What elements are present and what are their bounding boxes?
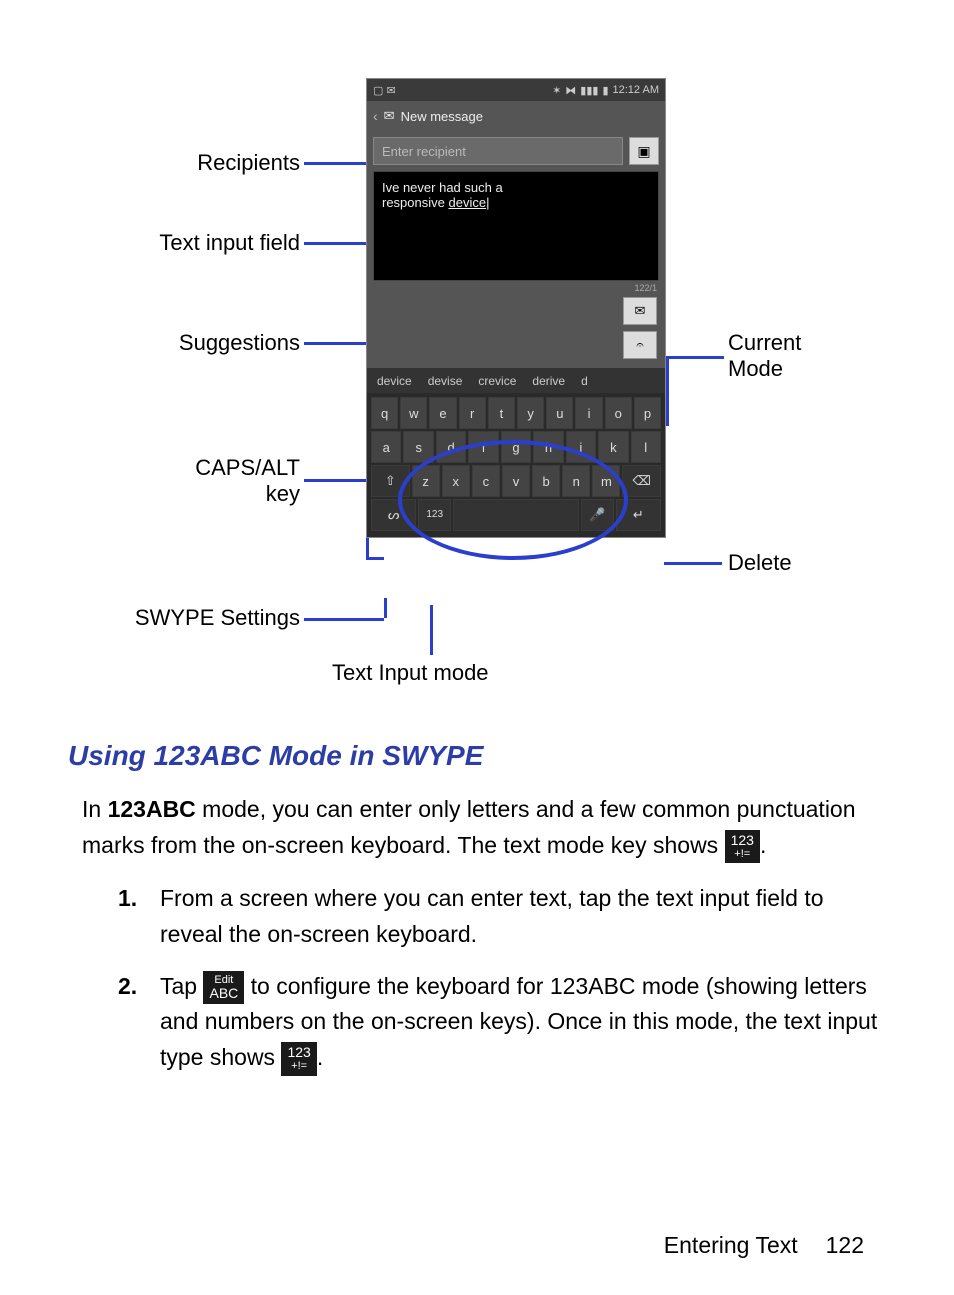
message-line-2: responsive device| bbox=[382, 195, 650, 210]
callout-suggestions: Suggestions bbox=[90, 330, 300, 356]
key-f[interactable]: f bbox=[468, 431, 498, 463]
page-footer: Entering Text 122 bbox=[664, 1232, 864, 1259]
callout-swype-settings: SWYPE Settings bbox=[60, 605, 300, 631]
key-d[interactable]: d bbox=[436, 431, 466, 463]
shift-icon: ⇧ bbox=[385, 473, 396, 489]
mode-key-icon: 123+!= bbox=[725, 830, 760, 863]
key-t[interactable]: t bbox=[488, 397, 515, 429]
attach-button[interactable]: 𝄐 bbox=[623, 331, 657, 359]
step-1: 1. From a screen where you can enter tex… bbox=[118, 881, 884, 952]
callout-current-mode: Current Mode bbox=[728, 330, 801, 382]
callout-caps-alt: CAPS/ALT key bbox=[90, 455, 300, 507]
signal-icon: ▮▮▮ bbox=[580, 84, 598, 97]
space-key[interactable] bbox=[453, 499, 579, 531]
key-a[interactable]: a bbox=[371, 431, 401, 463]
message-text-area[interactable]: Ive never had such a responsive device| bbox=[373, 171, 659, 281]
swype-icon: ᔕ bbox=[388, 507, 400, 523]
app-title-bar: ‹ ✉ New message bbox=[367, 101, 665, 131]
key-o[interactable]: o bbox=[605, 397, 632, 429]
paperclip-icon: 𝄐 bbox=[636, 337, 643, 353]
callout-text-input-mode: Text Input mode bbox=[332, 660, 489, 686]
key-j[interactable]: j bbox=[566, 431, 596, 463]
key-q[interactable]: q bbox=[371, 397, 398, 429]
send-icon: ✉ bbox=[635, 303, 646, 319]
key-z[interactable]: z bbox=[412, 465, 440, 497]
shift-key[interactable]: ⇧ bbox=[371, 465, 410, 497]
swype-diagram: Recipients Text input field Suggestions … bbox=[0, 0, 954, 700]
mode-key-icon: 123+!= bbox=[281, 1042, 316, 1075]
suggestion-bar: device devise crevice derive d bbox=[367, 367, 665, 393]
char-counter: 122/1 bbox=[634, 283, 657, 293]
swype-keyboard: q w e r t y u i o p a s d f g h j k l bbox=[367, 393, 665, 537]
screen-title: New message bbox=[401, 109, 483, 124]
enter-key[interactable]: ↵ bbox=[616, 499, 661, 531]
page-number: 122 bbox=[826, 1232, 864, 1259]
status-bar: ▢ ✉ ✶ ⧓ ▮▮▮ ▮ 12:12 AM bbox=[367, 79, 665, 101]
key-v[interactable]: v bbox=[502, 465, 530, 497]
steps-list: 1. From a screen where you can enter tex… bbox=[118, 881, 884, 1075]
suggestion-item[interactable]: d bbox=[581, 374, 588, 388]
mic-key[interactable]: 🎤 bbox=[581, 499, 614, 531]
key-p[interactable]: p bbox=[634, 397, 661, 429]
key-g[interactable]: g bbox=[501, 431, 531, 463]
swype-settings-key[interactable]: ᔕ bbox=[371, 499, 416, 531]
key-x[interactable]: x bbox=[442, 465, 470, 497]
envelope-icon: ✉ bbox=[384, 108, 395, 124]
message-line-1: Ive never had such a bbox=[382, 180, 650, 195]
clock-time: 12:12 AM bbox=[613, 84, 659, 96]
suggestion-item[interactable]: crevice bbox=[478, 374, 516, 388]
key-l[interactable]: l bbox=[631, 431, 661, 463]
key-e[interactable]: e bbox=[429, 397, 456, 429]
step-2: 2. Tap EditABC to configure the keyboard… bbox=[118, 969, 884, 1076]
edit-abc-key-icon: EditABC bbox=[203, 971, 244, 1004]
key-y[interactable]: y bbox=[517, 397, 544, 429]
person-icon: ▣ bbox=[637, 143, 650, 160]
backspace-icon: ⌫ bbox=[633, 473, 651, 489]
battery-icon: ▮ bbox=[602, 84, 608, 97]
section-heading: Using 123ABC Mode in SWYPE bbox=[68, 740, 954, 772]
callout-recipients: Recipients bbox=[90, 150, 300, 176]
wifi-icon: ⧓ bbox=[565, 84, 576, 97]
backspace-key[interactable]: ⌫ bbox=[622, 465, 661, 497]
intro-paragraph: In 123ABC mode, you can enter only lette… bbox=[82, 792, 884, 863]
key-c[interactable]: c bbox=[472, 465, 500, 497]
callout-delete: Delete bbox=[728, 550, 792, 576]
send-button[interactable]: ✉ bbox=[623, 297, 657, 325]
step-number: 1. bbox=[118, 881, 137, 917]
phone-mockup: ▢ ✉ ✶ ⧓ ▮▮▮ ▮ 12:12 AM ‹ ✉ New message E… bbox=[366, 78, 666, 538]
recipient-input[interactable]: Enter recipient bbox=[373, 137, 623, 165]
mic-icon: 🎤 bbox=[589, 507, 605, 523]
back-icon[interactable]: ‹ bbox=[373, 108, 378, 124]
key-r[interactable]: r bbox=[459, 397, 486, 429]
key-s[interactable]: s bbox=[403, 431, 433, 463]
bluetooth-icon: ✶ bbox=[552, 84, 561, 97]
callout-text-input-field: Text input field bbox=[90, 230, 300, 256]
key-i[interactable]: i bbox=[575, 397, 602, 429]
suggestion-item[interactable]: derive bbox=[532, 374, 565, 388]
key-b[interactable]: b bbox=[532, 465, 560, 497]
mode-key[interactable]: 123 bbox=[418, 499, 451, 531]
key-m[interactable]: m bbox=[592, 465, 620, 497]
key-n[interactable]: n bbox=[562, 465, 590, 497]
enter-icon: ↵ bbox=[633, 507, 644, 523]
status-left-icons: ▢ ✉ bbox=[373, 84, 396, 97]
key-h[interactable]: h bbox=[533, 431, 563, 463]
suggestion-item[interactable]: device bbox=[377, 374, 412, 388]
step-number: 2. bbox=[118, 969, 137, 1005]
key-u[interactable]: u bbox=[546, 397, 573, 429]
suggestion-item[interactable]: devise bbox=[428, 374, 463, 388]
section-name: Entering Text bbox=[664, 1232, 798, 1259]
add-contact-button[interactable]: ▣ bbox=[629, 137, 659, 165]
key-k[interactable]: k bbox=[598, 431, 628, 463]
key-w[interactable]: w bbox=[400, 397, 427, 429]
